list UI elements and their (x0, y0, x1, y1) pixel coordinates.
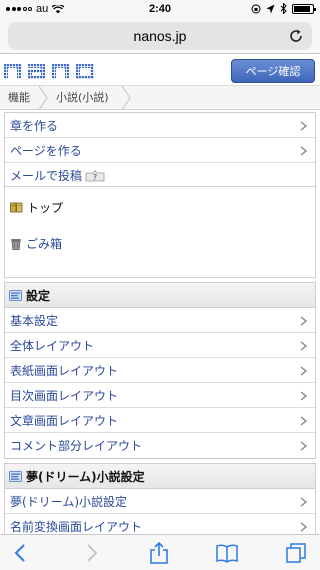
reload-icon[interactable] (288, 28, 304, 44)
breadcrumb-item-novel[interactable]: 小説(小説) (56, 86, 109, 110)
nano-logo[interactable] (4, 58, 96, 86)
dream-section: 夢(ドリーム)小説設定 夢(ドリーム)小説設定 名前変換画面レイアウト (4, 463, 316, 540)
trash-label: ごみ箱 (26, 237, 63, 251)
breadcrumb-separator-icon (38, 86, 48, 110)
text-layout-link[interactable]: 文章画面レイアウト (5, 408, 315, 433)
address-bar[interactable]: nanos.jp (8, 22, 312, 50)
status-bar: au 2:40 (0, 0, 320, 20)
toc-layout-link[interactable]: 目次画面レイアウト (5, 383, 315, 408)
create-chapter-label: 章を作る (10, 118, 59, 133)
forward-icon[interactable] (80, 542, 102, 564)
settings-item-label: コメント部分レイアウト (10, 439, 143, 453)
browser-toolbar (0, 534, 320, 570)
breadcrumb-item-function[interactable]: 機能 (8, 86, 30, 110)
top-label: トップ (27, 201, 64, 215)
dream-item-label: 名前変換画面レイアウト (10, 520, 143, 534)
page-confirm-button[interactable]: ページ確認 (231, 59, 315, 83)
lock-rotation-icon (251, 4, 261, 13)
settings-item-label: 目次画面レイアウト (10, 388, 119, 403)
breadcrumb: 機能 小説(小説) (0, 86, 320, 110)
settings-header: 設定 (5, 283, 315, 308)
share-icon[interactable] (148, 542, 170, 564)
tabs-icon[interactable] (285, 542, 307, 564)
chevron-right-icon (300, 416, 307, 426)
logo-image (4, 64, 94, 79)
bluetooth-icon (280, 3, 287, 14)
settings-item-label: 基本設定 (10, 313, 59, 328)
create-page-link[interactable]: ページを作る (5, 138, 315, 163)
location-icon (266, 4, 275, 13)
chevron-right-icon (300, 497, 307, 507)
chevron-right-icon (300, 522, 307, 532)
bookmarks-icon[interactable] (216, 542, 238, 564)
trash-link[interactable]: ごみ箱 (10, 235, 62, 252)
chevron-right-icon (300, 316, 307, 326)
url-text: nanos.jp (133, 28, 187, 44)
settings-title: 設定 (26, 288, 51, 303)
settings-icon (9, 289, 22, 301)
trash-icon (11, 238, 21, 250)
chevron-right-icon (300, 366, 307, 376)
top-node[interactable]: トップ (10, 199, 63, 216)
chevron-right-icon (300, 121, 307, 131)
browser-address-area: nanos.jp (0, 20, 320, 54)
content-tree: トップ ごみ箱 (4, 186, 316, 278)
chevron-right-icon (300, 441, 307, 451)
dream-settings-link[interactable]: 夢(ドリーム)小説設定 (5, 489, 315, 514)
status-right (251, 3, 316, 14)
create-chapter-link[interactable]: 章を作る (5, 113, 315, 138)
help-icon-text: ? (93, 173, 97, 182)
chevron-right-icon (300, 146, 307, 156)
overall-layout-link[interactable]: 全体レイアウト (5, 333, 315, 358)
settings-item-label: 表紙画面レイアウト (10, 363, 119, 378)
site-header: ページ確認 (0, 55, 320, 86)
book-icon (10, 202, 23, 213)
chevron-right-icon (300, 391, 307, 401)
comment-layout-link[interactable]: コメント部分レイアウト (5, 433, 315, 458)
settings-item-label: 全体レイアウト (10, 338, 95, 353)
settings-section: 設定 基本設定 全体レイアウト 表紙画面レイアウト 目次画面レイアウト 文章画面… (4, 282, 316, 459)
basic-settings-link[interactable]: 基本設定 (5, 308, 315, 333)
mail-post-link[interactable]: メールで投稿 ? (5, 163, 315, 188)
dream-title: 夢(ドリーム)小説設定 (26, 469, 145, 484)
settings-icon (9, 470, 22, 482)
cover-layout-link[interactable]: 表紙画面レイアウト (5, 358, 315, 383)
back-icon[interactable] (10, 542, 32, 564)
battery-icon (292, 3, 316, 14)
dream-item-label: 夢(ドリーム)小説設定 (10, 494, 128, 509)
help-icon[interactable]: ? (85, 169, 105, 182)
dream-header: 夢(ドリーム)小説設定 (5, 464, 315, 489)
create-page-label: ページを作る (10, 143, 82, 158)
breadcrumb-separator-icon (121, 86, 131, 110)
chevron-right-icon (300, 341, 307, 351)
action-list: 章を作る ページを作る メールで投稿 ? (4, 112, 316, 189)
settings-item-label: 文章画面レイアウト (10, 413, 119, 428)
mail-post-label: メールで投稿 (10, 169, 83, 183)
